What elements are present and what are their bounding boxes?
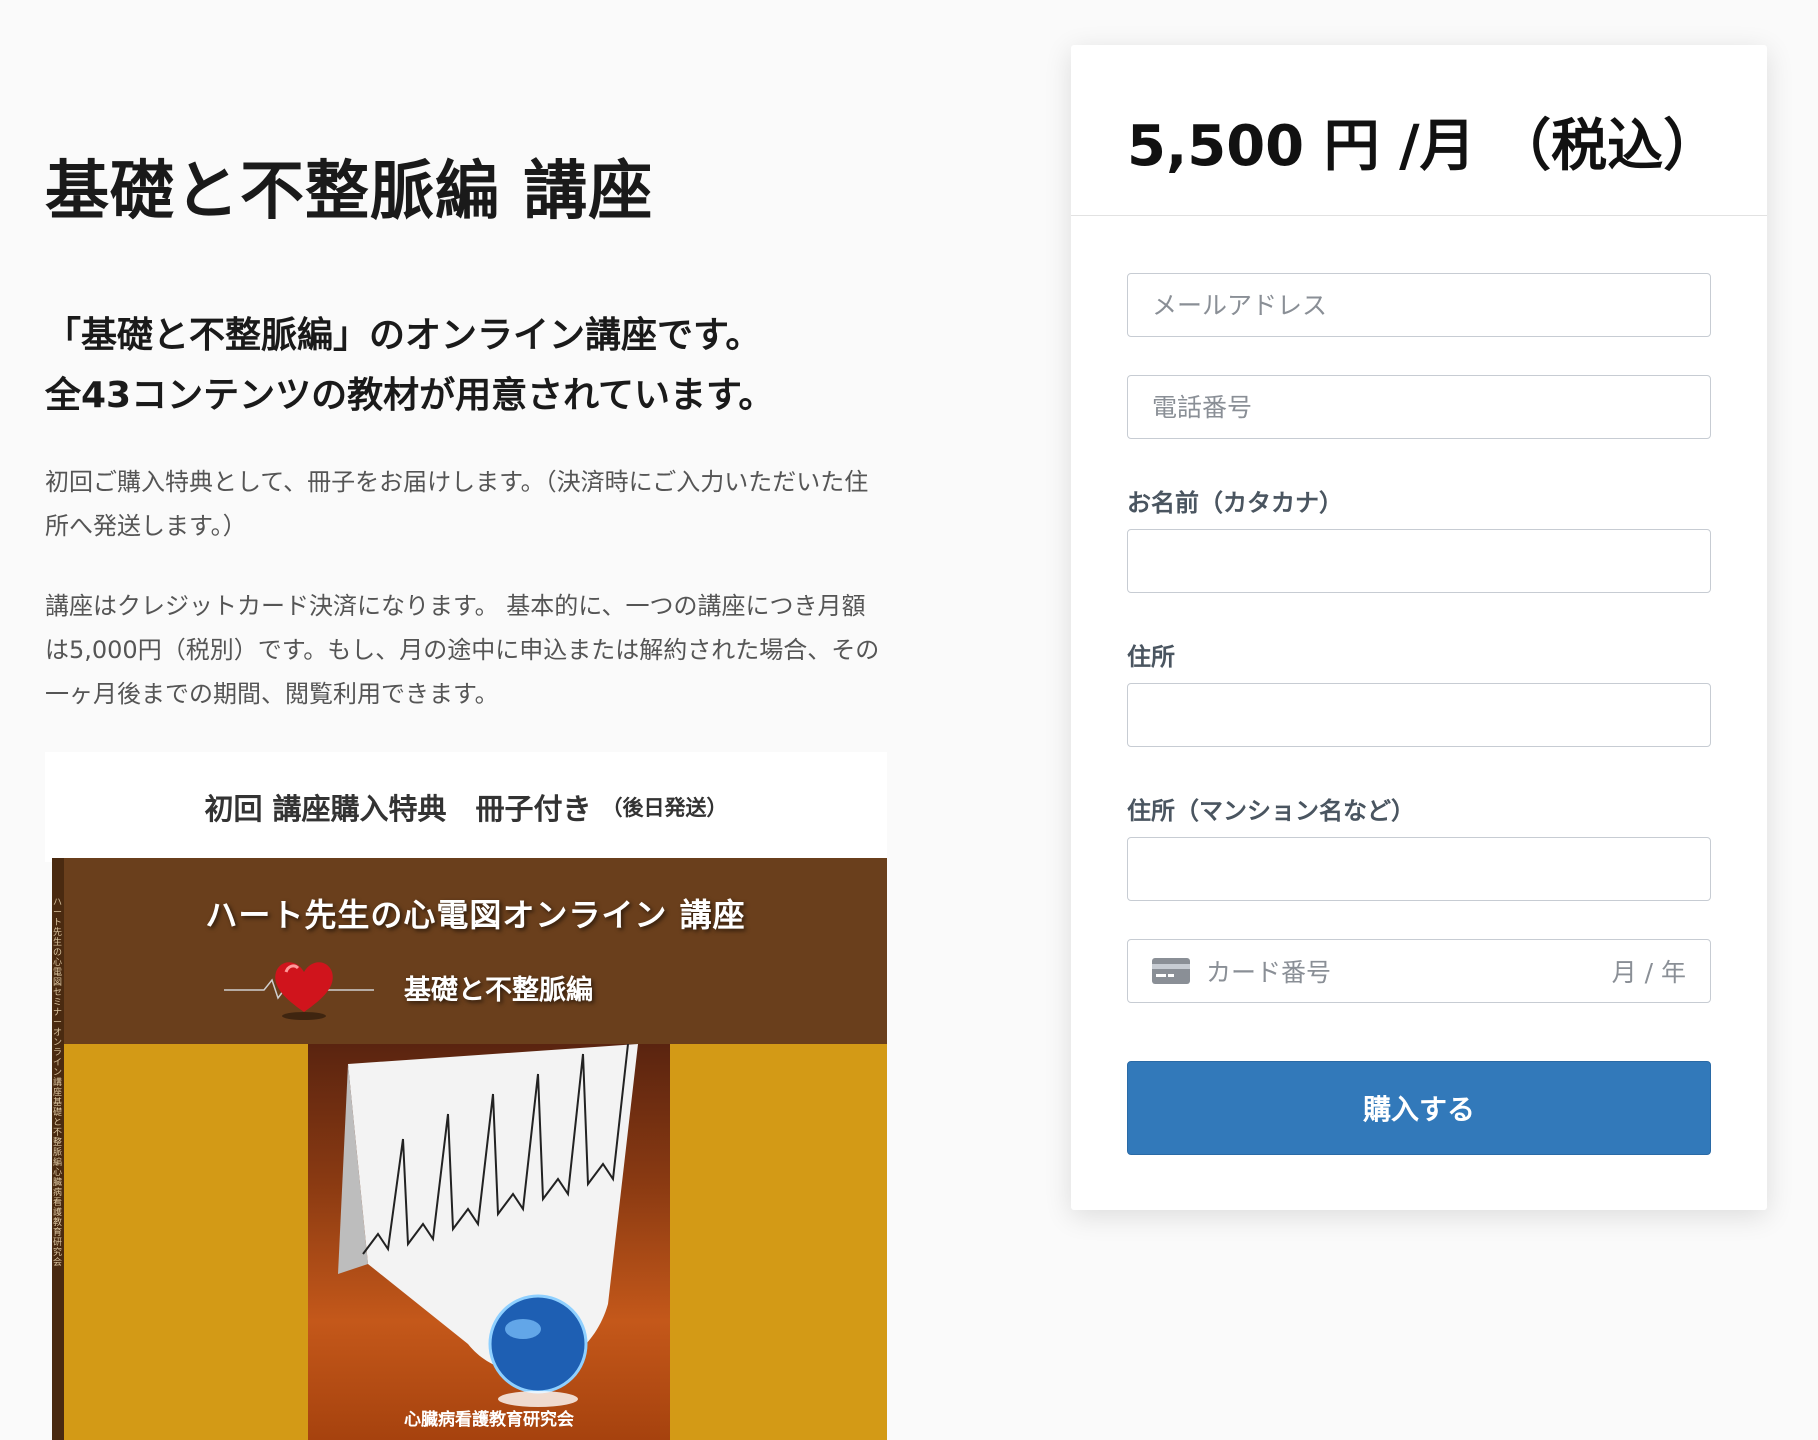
name-label: お名前（カタカナ） xyxy=(1127,489,1343,517)
payment-description: 講座はクレジットカード決済になります。 基本的に、一つの講座につき月額は5,00… xyxy=(45,592,880,708)
address-input[interactable] xyxy=(1152,700,1686,730)
cover-organization: 心臓病看護教育研究会 xyxy=(404,1410,574,1430)
cover-spine-text: ハート先生の心電図セミナー オンライン講座 基礎と不整脈編 心臓病看護教育研究会 xyxy=(53,898,63,1268)
cover-center-panel xyxy=(308,1043,670,1440)
address-field[interactable] xyxy=(1127,683,1711,747)
page-title: 基礎と不整脈編 講座 xyxy=(45,155,654,229)
address-label: 住所 xyxy=(1127,643,1175,671)
purchase-button[interactable]: 購入する xyxy=(1127,1061,1711,1155)
name-field[interactable] xyxy=(1127,529,1711,593)
bonus-title: 初回 講座購入特典 冊子付き xyxy=(204,792,592,826)
lead-text: 「基礎と不整脈編」のオンライン講座です。 全43コンテンツの教材が用意されていま… xyxy=(45,306,887,426)
address2-input[interactable] xyxy=(1152,854,1686,884)
email-field[interactable] xyxy=(1127,273,1711,337)
bonus-description: 初回ご購入特典として、冊子をお届けします。（決済時にご入力いただいた住所へ発送し… xyxy=(45,468,869,540)
payment-card: 5,500 円 /月 （税込） お名前（カタカナ） 住所 住所（マンション名など… xyxy=(1071,45,1767,1210)
name-input[interactable] xyxy=(1152,546,1686,576)
card-expiry-placeholder[interactable]: 月 / 年 xyxy=(1612,953,1686,989)
credit-card-icon xyxy=(1152,958,1190,984)
card-number-group[interactable]: カード番号 xyxy=(1152,953,1331,989)
phone-field[interactable] xyxy=(1127,375,1711,439)
lead-line-1: 「基礎と不整脈編」のオンライン講座です。 xyxy=(45,315,762,356)
phone-input[interactable] xyxy=(1152,392,1686,422)
price-label: 5,500 円 /月 （税込） xyxy=(1127,114,1720,179)
bonus-heading: 初回 講座購入特典 冊子付き （後日発送） xyxy=(45,752,887,862)
price-divider xyxy=(1071,215,1767,216)
card-field[interactable]: カード番号 月 / 年 xyxy=(1127,939,1711,1003)
heart-icon xyxy=(224,950,374,1020)
email-input[interactable] xyxy=(1152,290,1686,320)
cover-header: ハート先生の心電図オンライン 講座 基礎と不整脈編 xyxy=(64,858,887,1044)
address2-field[interactable] xyxy=(1127,837,1711,901)
lead-line-2: 全43コンテンツの教材が用意されています。 xyxy=(45,375,775,416)
cover-title: ハート先生の心電図オンライン 講座 xyxy=(205,896,746,934)
ecg-paper-illustration xyxy=(338,1043,638,1407)
cover-spine: ハート先生の心電図セミナー オンライン講座 基礎と不整脈編 心臓病看護教育研究会 xyxy=(52,858,64,1440)
address2-label: 住所（マンション名など） xyxy=(1127,797,1415,825)
card-number-placeholder[interactable]: カード番号 xyxy=(1206,953,1331,989)
cover-subtitle: 基礎と不整脈編 xyxy=(404,975,593,1006)
bonus-note: （後日発送） xyxy=(601,796,728,820)
booklet-cover-image: ハート先生の心電図セミナー オンライン講座 基礎と不整脈編 心臓病看護教育研究会… xyxy=(52,858,887,1440)
